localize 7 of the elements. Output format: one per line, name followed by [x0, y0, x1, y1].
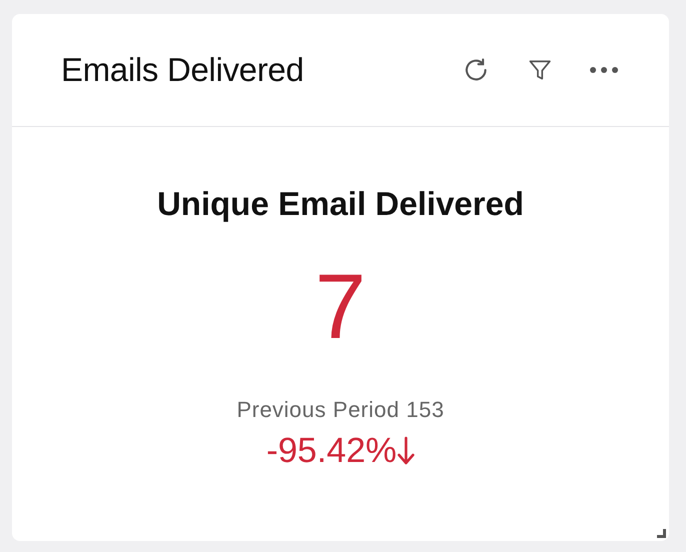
card-title: Emails Delivered: [61, 51, 305, 89]
change-percent: -95.42%: [266, 431, 397, 471]
metric-value: 7: [314, 261, 366, 353]
more-icon: [589, 66, 619, 74]
previous-period: Previous Period 153: [236, 397, 444, 423]
resize-handle-icon[interactable]: [657, 529, 666, 538]
metric-label: Unique Email Delivered: [157, 185, 524, 223]
